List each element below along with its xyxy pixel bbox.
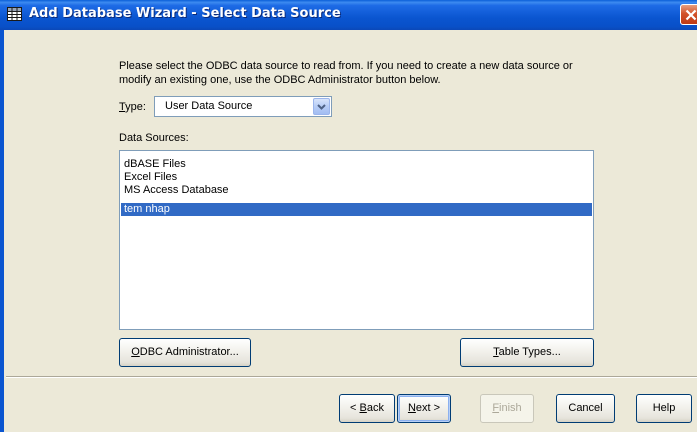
footer-separator (6, 376, 697, 378)
finish-button[interactable]: Finish (480, 394, 534, 423)
type-select-value: User Data Source (165, 100, 253, 112)
window-title: Add Database Wizard - Select Data Source (29, 6, 341, 21)
odbc-administrator-button[interactable]: ODBC Administrator... (119, 338, 251, 367)
back-prefix: < (350, 402, 360, 414)
type-select[interactable]: User Data Source (154, 96, 332, 117)
grid-icon (7, 7, 22, 21)
window-border-left (0, 30, 4, 432)
cancel-button[interactable]: Cancel (556, 394, 615, 423)
back-accel: B (359, 402, 367, 414)
odbc-accel: O (131, 346, 140, 358)
type-label-rest: ype: (125, 101, 146, 113)
next-accel: N (407, 402, 416, 414)
close-button[interactable] (680, 4, 697, 25)
finish-rest: inish (499, 402, 522, 414)
wizard-window: Add Database Wizard - Select Data Source… (0, 0, 697, 432)
intro-text: Please select the ODBC data source to re… (119, 60, 573, 86)
type-label: Type: (119, 101, 146, 113)
list-item[interactable]: MS Access Database (121, 184, 592, 197)
data-sources-label: Data Sources: (119, 132, 189, 144)
next-rest: ext > (415, 402, 441, 414)
close-icon (685, 9, 697, 21)
back-button[interactable]: < Back (339, 394, 395, 423)
list-item[interactable]: dBASE Files (121, 158, 592, 171)
back-rest: ack (366, 402, 384, 414)
list-item[interactable]: Excel Files (121, 171, 592, 184)
title-bar[interactable]: Add Database Wizard - Select Data Source (0, 0, 697, 30)
data-sources-list[interactable]: dBASE Files Excel Files MS Access Databa… (119, 150, 594, 330)
help-button[interactable]: Help (636, 394, 692, 423)
chevron-down-icon (317, 104, 326, 110)
table-types-button[interactable]: Table Types... (460, 338, 594, 367)
odbc-rest: DBC Administrator... (139, 346, 239, 358)
table-types-rest: able Types... (498, 346, 561, 358)
list-item-selected[interactable]: tem nhap (121, 203, 592, 216)
next-button[interactable]: Next > (397, 394, 451, 423)
type-dropdown-button[interactable] (313, 98, 330, 115)
